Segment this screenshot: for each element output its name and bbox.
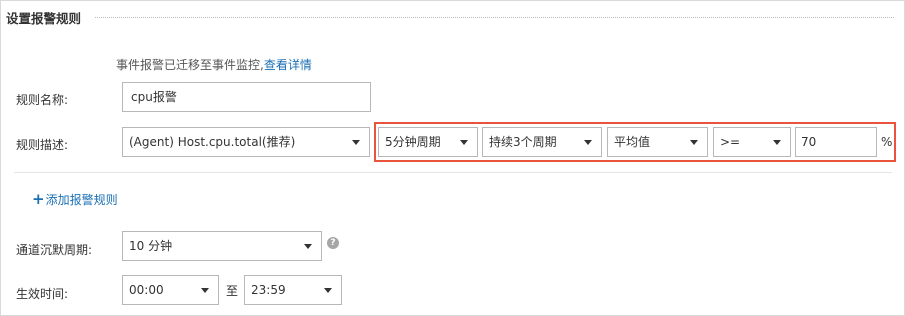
- threshold-input[interactable]: 70: [795, 127, 877, 157]
- start-time-select[interactable]: 00:00: [122, 275, 219, 305]
- notice-text: 事件报警已迁移至事件监控,: [116, 58, 264, 72]
- rule-name-label: 规则名称:: [16, 93, 69, 107]
- help-icon[interactable]: ?: [327, 237, 339, 249]
- plus-icon: +: [32, 190, 45, 208]
- form-divider: [14, 172, 892, 173]
- operator-value: >=: [720, 135, 741, 149]
- event-migration-notice: 事件报警已迁移至事件监控,查看详情: [116, 56, 312, 73]
- chevron-down-icon: [584, 140, 592, 145]
- metric-select[interactable]: (Agent) Host.cpu.total(推荐): [122, 127, 370, 157]
- silence-period-select[interactable]: 10 分钟: [122, 231, 322, 261]
- chevron-down-icon: [304, 244, 312, 249]
- period-value: 5分钟周期: [385, 135, 441, 149]
- unit-label: %: [881, 135, 893, 149]
- metric-value: (Agent) Host.cpu.total(推荐): [129, 135, 296, 149]
- chevron-down-icon: [324, 288, 332, 293]
- chevron-down-icon: [690, 140, 698, 145]
- silence-period-label: 通道沉默周期:: [16, 243, 93, 257]
- title-divider: [95, 17, 894, 18]
- add-alarm-rule-link[interactable]: +添加报警规则: [32, 190, 118, 208]
- chevron-down-icon: [352, 140, 360, 145]
- rule-name-input[interactable]: cpu报警: [122, 82, 371, 112]
- duration-select[interactable]: 持续3个周期: [482, 127, 602, 157]
- rule-desc-label: 规则描述:: [16, 138, 69, 152]
- silence-period-value: 10 分钟: [129, 239, 173, 253]
- chevron-down-icon: [201, 288, 209, 293]
- time-range-separator: 至: [226, 284, 239, 298]
- chevron-down-icon: [460, 140, 468, 145]
- duration-value: 持续3个周期: [489, 135, 557, 149]
- operator-select[interactable]: >=: [713, 127, 791, 157]
- add-alarm-rule-label: 添加报警规则: [45, 193, 118, 207]
- section-title: 设置报警规则: [6, 11, 82, 26]
- statistic-select[interactable]: 平均值: [607, 127, 708, 157]
- effective-time-label: 生效时间:: [16, 287, 69, 301]
- end-time-value: 23:59: [251, 283, 286, 297]
- end-time-select[interactable]: 23:59: [244, 275, 342, 305]
- statistic-value: 平均值: [614, 135, 651, 149]
- start-time-value: 00:00: [129, 283, 164, 297]
- view-details-link[interactable]: 查看详情: [264, 58, 312, 72]
- chevron-down-icon: [773, 140, 781, 145]
- period-select[interactable]: 5分钟周期: [378, 127, 478, 157]
